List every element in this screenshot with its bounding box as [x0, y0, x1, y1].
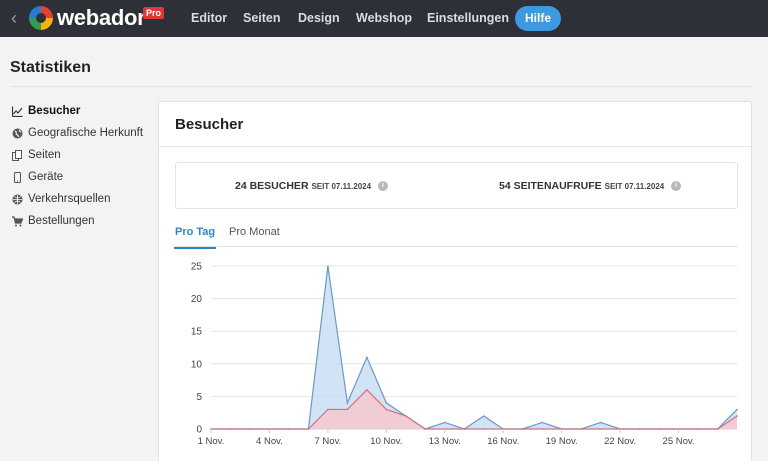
data-point — [366, 389, 368, 391]
x-tick-label: 13 Nov. — [429, 436, 461, 447]
data-point — [658, 428, 660, 430]
x-tick-label: 10 Nov. — [370, 436, 402, 447]
data-point — [385, 408, 388, 411]
data-point — [736, 408, 738, 411]
data-point — [288, 428, 290, 430]
x-tick-label: 7 Nov. — [315, 436, 342, 447]
data-point — [716, 428, 719, 430]
y-tick-label: 15 — [191, 327, 203, 338]
data-point — [405, 415, 407, 417]
data-point — [599, 428, 602, 430]
y-tick-label: 25 — [191, 262, 203, 273]
data-point — [697, 428, 699, 430]
data-point — [541, 428, 543, 430]
data-point — [521, 428, 524, 430]
data-point — [327, 265, 329, 267]
data-point — [736, 415, 738, 417]
data-point — [482, 428, 485, 430]
x-tick-label: 16 Nov. — [487, 436, 519, 447]
data-point — [327, 408, 329, 411]
x-tick-label: 19 Nov. — [546, 436, 578, 447]
data-point — [580, 428, 582, 430]
data-point — [229, 428, 232, 430]
data-point — [424, 428, 427, 430]
data-point — [307, 428, 310, 430]
visitors-area-fill — [211, 266, 737, 429]
data-point — [366, 356, 368, 359]
visitors-chart: 0 5 10 15 20 25 1 Nov. 4 Nov. 7 Nov. 10 Nov. 13 N… — [191, 262, 738, 447]
data-point — [463, 428, 466, 430]
data-point — [346, 408, 349, 411]
y-tick-label: 10 — [191, 359, 203, 370]
data-point — [346, 402, 349, 404]
x-tick-label: 25 Nov. — [663, 436, 695, 447]
data-point — [249, 428, 251, 430]
x-tick-label: 22 Nov. — [604, 436, 636, 447]
visitors-area-line — [211, 265, 738, 430]
x-tick-label: 1 Nov. — [198, 436, 225, 447]
data-point — [599, 421, 602, 424]
x-tick-label: 4 Nov. — [256, 436, 283, 447]
data-point — [385, 402, 388, 404]
data-point — [482, 415, 485, 417]
data-point — [638, 428, 641, 430]
y-tick-label: 5 — [196, 392, 202, 403]
data-point — [541, 421, 543, 424]
y-tick-label: 20 — [191, 294, 203, 305]
y-tick-label: 0 — [196, 425, 202, 436]
data-point — [443, 421, 446, 424]
